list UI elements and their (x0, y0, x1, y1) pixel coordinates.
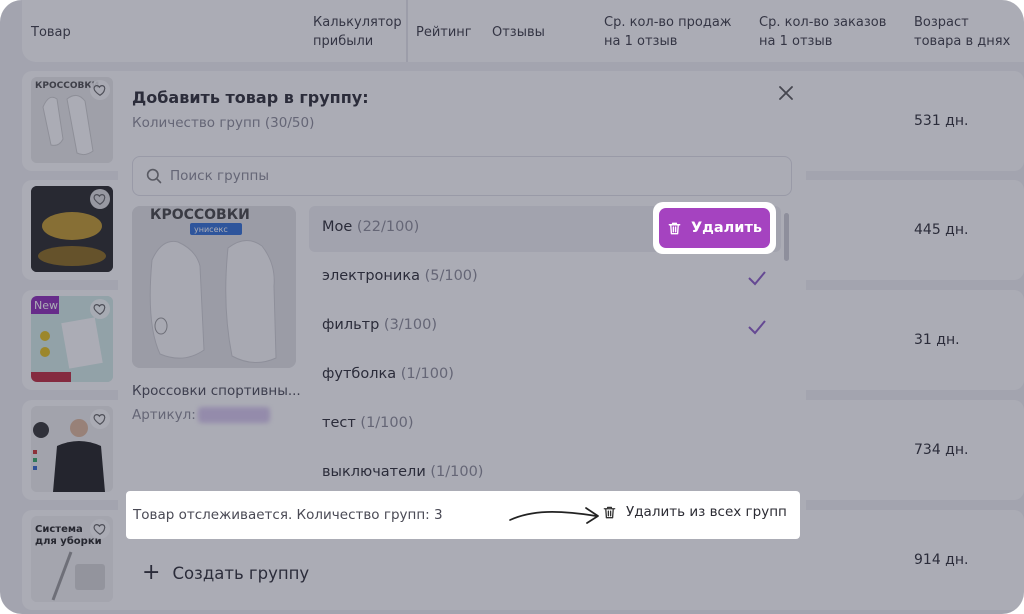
tracking-status: Товар отслеживается. Количество групп: 3 (133, 507, 443, 523)
delete-highlight: Удалить (653, 202, 776, 254)
delete-button[interactable]: Удалить (659, 208, 770, 248)
tracking-info-bar: Товар отслеживается. Количество групп: 3… (126, 491, 800, 539)
app-frame: Товар Калькулятор прибыли Рейтинг Отзывы… (0, 0, 1024, 614)
trash-icon (668, 222, 681, 234)
delete-from-all-groups-button[interactable]: Удалить из всех групп (602, 504, 787, 520)
arrow-icon (509, 507, 599, 524)
trash-icon (603, 506, 616, 518)
